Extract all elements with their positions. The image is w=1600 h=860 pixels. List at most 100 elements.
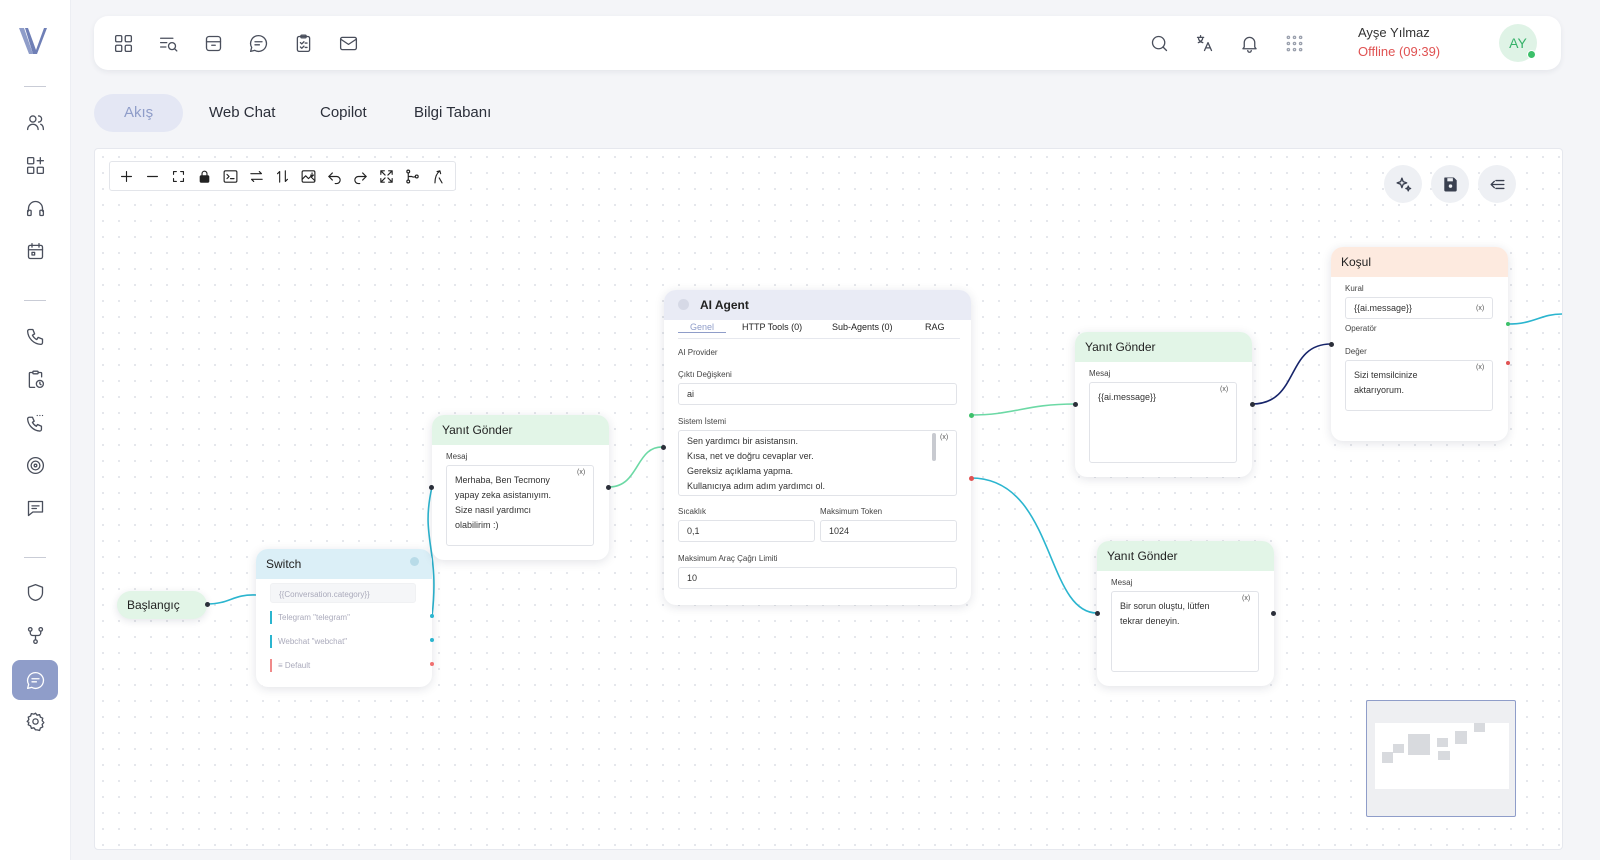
fit-view-button[interactable]	[166, 163, 191, 189]
reply-node-ai-message[interactable]: Yanıt Gönder Mesaj {{ai.message}} (x)	[1075, 332, 1252, 477]
variable-insert-icon[interactable]: (x)	[1476, 305, 1484, 312]
switch-toggle-icon[interactable]	[410, 557, 419, 566]
tab-copilot[interactable]: Copilot	[320, 94, 367, 132]
layout-vertical-button[interactable]	[270, 163, 295, 189]
condition-false-handle[interactable]	[1506, 361, 1510, 365]
lock-icon	[199, 170, 210, 183]
ai-tab-rag[interactable]: RAG	[925, 322, 945, 332]
switch-node[interactable]: Switch {{Conversation.category}} Telegra…	[256, 549, 432, 687]
start-output-handle[interactable]	[205, 602, 210, 607]
sidebar-item-security[interactable]	[20, 577, 50, 607]
variable-insert-icon[interactable]: (x)	[577, 469, 585, 476]
condition-true-handle[interactable]	[1506, 322, 1510, 326]
ai-error-handle[interactable]	[969, 476, 974, 481]
variable-insert-icon[interactable]: (x)	[1220, 386, 1228, 393]
checklist-button[interactable]	[290, 30, 316, 56]
auto-route-button[interactable]	[426, 163, 451, 189]
max-tool-calls-input[interactable]: 10	[678, 567, 957, 589]
reply2-input-handle[interactable]	[1073, 402, 1078, 407]
save-button[interactable]	[1431, 165, 1469, 203]
ai-assist-button[interactable]	[1384, 165, 1422, 203]
variable-insert-icon[interactable]: (x)	[940, 434, 948, 441]
max-token-input[interactable]: 1024	[820, 520, 957, 542]
list-search-button[interactable]	[155, 30, 181, 56]
switch-telegram-handle[interactable]	[430, 614, 434, 618]
minimap-node	[1393, 744, 1404, 753]
reply3-output-handle[interactable]	[1271, 611, 1276, 616]
sidebar-item-calendar[interactable]	[20, 236, 50, 266]
dashboard-button[interactable]	[110, 30, 136, 56]
export-image-button[interactable]	[296, 163, 321, 189]
message-textarea[interactable]: Merhaba, Ben Tecmony yapay zeka asistanı…	[446, 465, 594, 546]
switch-default-handle[interactable]	[430, 662, 434, 666]
sidebar-item-calls[interactable]	[20, 321, 50, 351]
layout-horizontal-button[interactable]	[244, 163, 269, 189]
sidebar-item-targets[interactable]	[20, 450, 50, 480]
reply-node-welcome[interactable]: Yanıt Gönder Mesaj Merhaba, Ben Tecmony …	[432, 415, 609, 560]
search-button[interactable]	[1146, 30, 1172, 56]
reply1-input-handle[interactable]	[429, 485, 434, 490]
sidebar-item-tasks[interactable]	[20, 364, 50, 394]
sidebar-item-messages[interactable]	[20, 493, 50, 523]
translate-button[interactable]	[1191, 30, 1217, 56]
switch-expression[interactable]: {{Conversation.category}}	[270, 583, 416, 603]
message-textarea[interactable]: {{ai.message}}	[1089, 382, 1237, 463]
textarea-scrollbar[interactable]	[932, 433, 936, 461]
variable-insert-icon[interactable]: (x)	[1242, 595, 1250, 602]
tab-knowledge-base[interactable]: Bilgi Tabanı	[414, 94, 491, 132]
rule-input[interactable]: {{ai.message}}	[1345, 297, 1493, 319]
start-node-label: Başlangıç	[127, 598, 180, 612]
ai-success-handle[interactable]	[969, 413, 974, 418]
chat-button[interactable]	[245, 30, 271, 56]
system-prompt-textarea[interactable]: Sen yardımcı bir asistansın. Kısa, net v…	[678, 430, 957, 496]
ai-agent-node[interactable]: AI Agent Genel HTTP Tools (0) Sub-Agents…	[664, 290, 971, 605]
sidebar-item-settings[interactable]	[20, 706, 50, 736]
app-logo[interactable]	[16, 24, 50, 58]
switch-webchat-handle[interactable]	[430, 638, 434, 642]
temperature-input[interactable]: 0,1	[678, 520, 815, 542]
mail-button[interactable]	[335, 30, 361, 56]
condition-node[interactable]: Koşul Kural {{ai.message}} (x) Operatör …	[1331, 247, 1508, 441]
collapse-panel-button[interactable]	[1478, 165, 1516, 203]
tab-flow[interactable]: Akış	[94, 94, 184, 132]
value-textarea[interactable]: Sizi temsilcinize aktarıyorum.	[1345, 360, 1493, 411]
sidebar-item-add-widget[interactable]	[20, 150, 50, 180]
reply1-output-handle[interactable]	[606, 485, 611, 490]
condition-node-header: Koşul	[1331, 247, 1508, 277]
reply2-output-handle[interactable]	[1250, 402, 1255, 407]
ai-tab-http-tools[interactable]: HTTP Tools (0)	[742, 322, 802, 332]
flow-canvas[interactable]: Başlangıç Switch {{Conversation.category…	[94, 148, 1563, 850]
gear-icon	[26, 712, 44, 731]
reply-node-error[interactable]: Yanıt Gönder Mesaj Bir sorun oluştu, lüt…	[1097, 541, 1274, 686]
lock-button[interactable]	[192, 163, 217, 189]
console-button[interactable]	[218, 163, 243, 189]
sidebar-item-support[interactable]	[20, 193, 50, 223]
zoom-out-button[interactable]	[140, 163, 165, 189]
variable-insert-icon[interactable]: (x)	[1476, 364, 1484, 371]
avatar[interactable]: AY	[1499, 24, 1537, 62]
branch-button[interactable]	[400, 163, 425, 189]
zoom-in-button[interactable]	[114, 163, 139, 189]
minimap[interactable]	[1366, 700, 1516, 817]
tab-web-chat[interactable]: Web Chat	[209, 94, 275, 132]
sidebar-item-users[interactable]	[20, 107, 50, 137]
minimap-node	[1474, 723, 1485, 732]
sidebar-item-flows[interactable]	[12, 660, 58, 700]
condition-input-handle[interactable]	[1329, 342, 1334, 347]
start-node[interactable]: Başlangıç	[117, 591, 207, 619]
ai-tab-general[interactable]: Genel	[678, 322, 727, 333]
notifications-button[interactable]	[1236, 30, 1262, 56]
sidebar-item-branches[interactable]	[20, 620, 50, 650]
ai-tab-sub-agents[interactable]: Sub-Agents (0)	[832, 322, 893, 332]
apps-button[interactable]	[1281, 30, 1307, 56]
fullscreen-button[interactable]	[374, 163, 399, 189]
message-textarea[interactable]: Bir sorun oluştu, lütfen tekrar deneyin.	[1111, 591, 1259, 672]
reply3-input-handle[interactable]	[1095, 611, 1100, 616]
output-variable-input[interactable]: ai	[678, 383, 957, 405]
sidebar-item-call-queue[interactable]	[20, 407, 50, 437]
redo-button[interactable]	[348, 163, 373, 189]
ai-input-handle[interactable]	[661, 445, 666, 450]
undo-button[interactable]	[322, 163, 347, 189]
user-status[interactable]: Offline (09:39)	[1358, 44, 1440, 59]
archive-button[interactable]	[200, 30, 226, 56]
